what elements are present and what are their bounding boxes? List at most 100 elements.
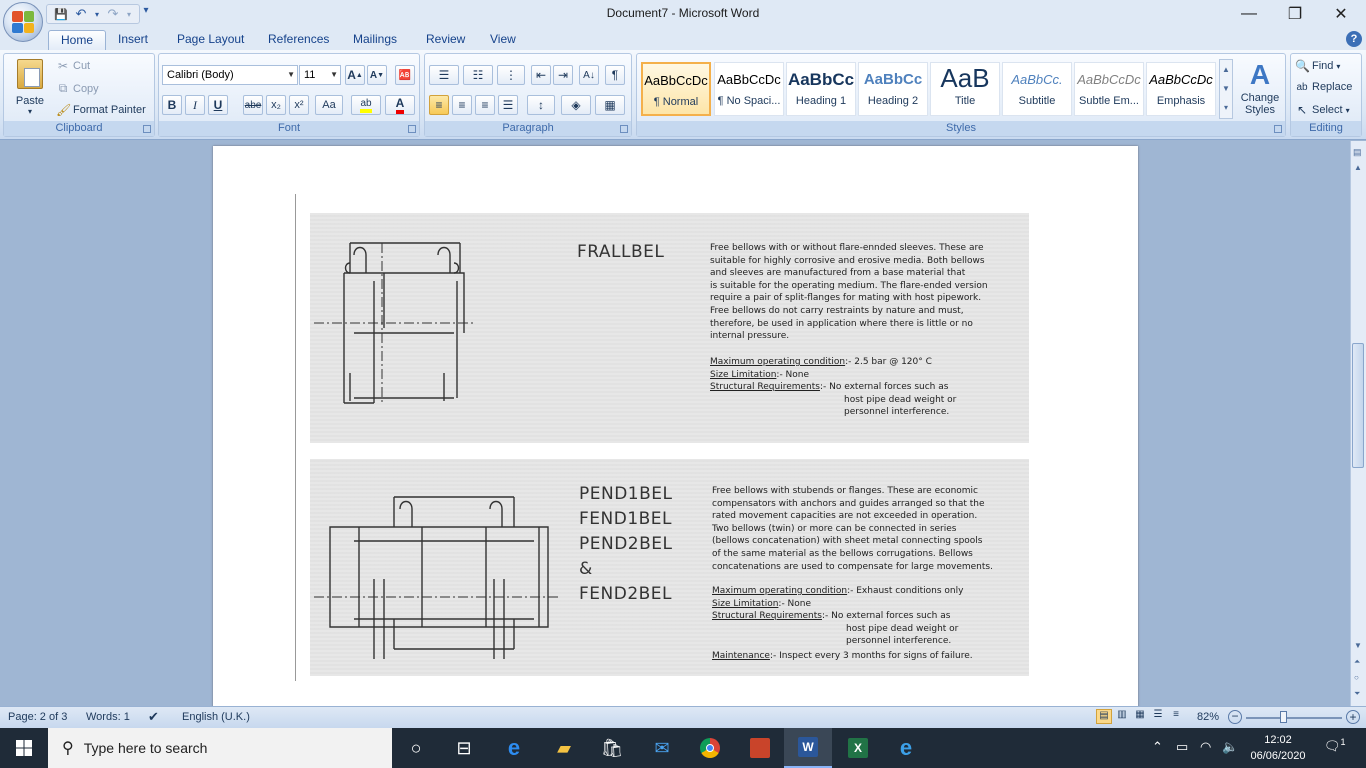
bullets-button[interactable]: ☰ bbox=[429, 65, 459, 85]
shrink-font-button[interactable]: A ▼ bbox=[367, 65, 387, 85]
select-button[interactable]: ↖ Select ▾ bbox=[1295, 103, 1350, 117]
scroll-up-icon[interactable]: ▲ bbox=[1354, 163, 1362, 172]
battery-icon[interactable]: ▭ bbox=[1176, 739, 1188, 755]
subscript-button[interactable]: x₂ bbox=[266, 95, 286, 115]
style-title[interactable]: AaB Title bbox=[930, 62, 1000, 116]
tray-chevron-icon[interactable]: ⌃ bbox=[1152, 739, 1163, 755]
replace-button[interactable]: ab Replace bbox=[1295, 81, 1352, 93]
align-left-button[interactable]: ≡ bbox=[429, 95, 449, 115]
timeline-icon[interactable]: ⊟ bbox=[440, 728, 488, 768]
tab-mailings[interactable]: Mailings bbox=[341, 30, 409, 50]
word-count[interactable]: Words: 1 bbox=[86, 711, 130, 723]
zoom-level[interactable]: 82% bbox=[1197, 711, 1219, 723]
document-page[interactable]: FRALLBEL Free bellows with or without fl… bbox=[213, 146, 1138, 706]
zoom-out-icon[interactable]: − bbox=[1228, 710, 1242, 724]
restore-button[interactable]: ❐ bbox=[1272, 0, 1318, 28]
change-styles-button[interactable]: A Change Styles bbox=[1237, 58, 1283, 116]
paste-button[interactable]: Paste ▾ bbox=[10, 57, 50, 119]
excel-icon[interactable]: X bbox=[834, 728, 882, 768]
format-painter-button[interactable]: 🖌 Format Painter bbox=[56, 103, 146, 117]
style-subtitle[interactable]: AaBbCc. Subtitle bbox=[1002, 62, 1072, 116]
styles-gallery-scroll[interactable]: ▲ ▼ ▾ bbox=[1219, 59, 1233, 119]
wifi-icon[interactable]: ◠ bbox=[1200, 739, 1211, 755]
zoom-slider-handle[interactable] bbox=[1280, 711, 1287, 723]
next-page-icon[interactable]: ⏷ bbox=[1354, 689, 1360, 699]
print-layout-icon[interactable]: ▤ bbox=[1096, 709, 1112, 724]
multilevel-list-button[interactable]: ⋮ bbox=[497, 65, 525, 85]
document-area[interactable]: FRALLBEL Free bellows with or without fl… bbox=[0, 141, 1350, 706]
style-no-spacing[interactable]: AaBbCcDc ¶ No Spaci... bbox=[714, 62, 784, 116]
bold-button[interactable]: B bbox=[162, 95, 182, 115]
browse-object-icon[interactable]: ○ bbox=[1354, 673, 1359, 682]
file-explorer-icon[interactable]: ▰ bbox=[540, 728, 588, 768]
tab-references[interactable]: References bbox=[256, 30, 341, 50]
task-view-icon[interactable]: ○ bbox=[392, 728, 440, 768]
font-launcher-icon[interactable] bbox=[408, 125, 416, 133]
style-heading-2[interactable]: AaBbCc Heading 2 bbox=[858, 62, 928, 116]
style-emphasis[interactable]: AaBbCcDc Emphasis bbox=[1146, 62, 1216, 116]
internet-explorer-icon[interactable]: e bbox=[882, 728, 930, 768]
align-center-button[interactable]: ≡ bbox=[452, 95, 472, 115]
font-family-combo[interactable]: Calibri (Body) ▼ bbox=[162, 65, 298, 85]
numbering-button[interactable]: ☷ bbox=[463, 65, 493, 85]
show-marks-button[interactable]: ¶ bbox=[605, 65, 625, 85]
line-spacing-button[interactable]: ↕ bbox=[527, 95, 555, 115]
ruler-toggle-icon[interactable]: ▤ bbox=[1353, 147, 1362, 158]
change-case-button[interactable]: Aa bbox=[315, 95, 343, 115]
clipboard-launcher-icon[interactable] bbox=[143, 125, 151, 133]
clear-formatting-button[interactable]: 🆎 bbox=[395, 65, 415, 85]
language-status[interactable]: English (U.K.) bbox=[182, 711, 250, 723]
zoom-slider[interactable] bbox=[1246, 717, 1342, 719]
style-subtle-emphasis[interactable]: AaBbCcDc Subtle Em... bbox=[1074, 62, 1144, 116]
close-button[interactable]: ✕ bbox=[1318, 0, 1364, 28]
scroll-thumb[interactable] bbox=[1352, 343, 1364, 468]
cut-button[interactable]: ✂ Cut bbox=[56, 59, 90, 73]
font-size-combo[interactable]: 11 ▼ bbox=[299, 65, 341, 85]
scroll-down-icon[interactable]: ▼ bbox=[1354, 641, 1362, 650]
clock[interactable]: 12:02 06/06/2020 bbox=[1248, 732, 1308, 764]
full-screen-reading-icon[interactable]: ▥ bbox=[1114, 709, 1130, 724]
page-count[interactable]: Page: 2 of 3 bbox=[8, 711, 67, 723]
office-button[interactable] bbox=[3, 2, 43, 42]
style-normal[interactable]: AaBbCcDc ¶ Normal bbox=[641, 62, 711, 116]
proofing-icon[interactable]: ✔ bbox=[148, 709, 159, 725]
tab-home[interactable]: Home bbox=[48, 30, 107, 50]
taskbar-search[interactable]: ⚲ Type here to search bbox=[48, 728, 392, 768]
font-color-button[interactable]: A bbox=[385, 95, 415, 115]
justify-button[interactable]: ☰ bbox=[498, 95, 518, 115]
styles-launcher-icon[interactable] bbox=[1274, 125, 1282, 133]
borders-button[interactable]: ▦ bbox=[595, 95, 625, 115]
grow-font-button[interactable]: A ▲ bbox=[345, 65, 365, 85]
underline-button[interactable]: U bbox=[208, 95, 228, 115]
zoom-in-icon[interactable]: + bbox=[1346, 710, 1360, 724]
superscript-button[interactable]: x² bbox=[289, 95, 309, 115]
outline-icon[interactable]: ☰ bbox=[1150, 709, 1166, 724]
copy-button[interactable]: ⧉ Copy bbox=[56, 81, 99, 96]
paragraph-launcher-icon[interactable] bbox=[620, 125, 628, 133]
draft-icon[interactable]: ≡ bbox=[1168, 709, 1184, 724]
store-icon[interactable]: 🛍 bbox=[588, 728, 636, 768]
edge-icon[interactable]: e bbox=[490, 728, 538, 768]
find-button[interactable]: 🔍 Find ▾ bbox=[1295, 59, 1340, 73]
mail-icon[interactable]: ✉ bbox=[638, 728, 686, 768]
style-heading-1[interactable]: AaBbCc Heading 1 bbox=[786, 62, 856, 116]
start-button[interactable] bbox=[0, 728, 48, 768]
highlight-button[interactable]: ab bbox=[351, 95, 381, 115]
notification-center-icon[interactable]: 🗨1 bbox=[1324, 737, 1346, 754]
shading-button[interactable]: ◈ bbox=[561, 95, 591, 115]
tab-view[interactable]: View bbox=[478, 30, 528, 50]
chrome-icon[interactable] bbox=[686, 728, 734, 768]
tab-page-layout[interactable]: Page Layout bbox=[165, 30, 256, 50]
web-layout-icon[interactable]: ▦ bbox=[1132, 709, 1148, 724]
help-icon[interactable]: ? bbox=[1346, 31, 1362, 47]
italic-button[interactable]: I bbox=[185, 95, 205, 115]
increase-indent-button[interactable]: ⇥ bbox=[553, 65, 573, 85]
decrease-indent-button[interactable]: ⇤ bbox=[531, 65, 551, 85]
tab-review[interactable]: Review bbox=[414, 30, 477, 50]
align-right-button[interactable]: ≡ bbox=[475, 95, 495, 115]
word-icon[interactable]: W bbox=[784, 728, 832, 768]
strikethrough-button[interactable]: abe bbox=[243, 95, 263, 115]
sort-button[interactable]: A↓ bbox=[579, 65, 599, 85]
tab-insert[interactable]: Insert bbox=[106, 30, 160, 50]
previous-page-icon[interactable]: ⏶ bbox=[1354, 657, 1360, 667]
